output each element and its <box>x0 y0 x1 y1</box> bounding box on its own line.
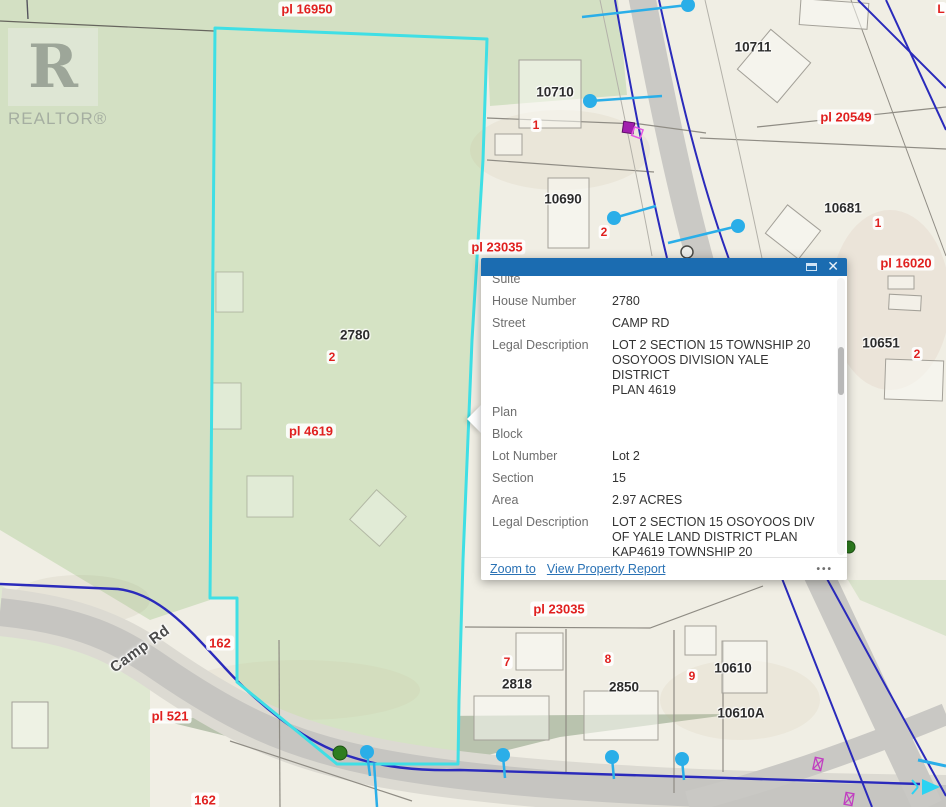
property-info-popup: ✕ SuiteHouse Number2780StreetCAMP RDLega… <box>481 258 847 580</box>
field-value: LOT 2 SECTION 15 OSOYOOS DIV OF YALE LAN… <box>612 515 816 557</box>
popup-field-row: StreetCAMP RD <box>492 316 847 331</box>
close-icon: ✕ <box>827 259 839 275</box>
realtor-watermark: R REALTOR® <box>8 28 106 129</box>
popup-field-row: House Number2780 <box>492 294 847 309</box>
maximize-button[interactable] <box>805 261 818 274</box>
popup-field-row: Suite <box>492 276 847 287</box>
field-value: Lot 2 <box>612 449 816 464</box>
popup-pointer <box>467 405 481 433</box>
popup-field-row: Block <box>492 427 847 442</box>
field-value <box>612 427 816 442</box>
popup-field-row: Lot NumberLot 2 <box>492 449 847 464</box>
field-label: Section <box>492 471 612 486</box>
popup-titlebar: ✕ <box>481 258 847 276</box>
map-viewport[interactable]: R REALTOR® pl 16950pl 23035pl 20549pl 16… <box>0 0 946 807</box>
popup-fields: SuiteHouse Number2780StreetCAMP RDLegal … <box>492 276 847 557</box>
field-label: Block <box>492 427 612 442</box>
popup-field-row: Plan <box>492 405 847 420</box>
popup-field-row: Legal DescriptionLOT 2 SECTION 15 TOWNSH… <box>492 338 847 398</box>
field-label: Plan <box>492 405 612 420</box>
popup-field-row: Section15 <box>492 471 847 486</box>
field-value: 2.97 ACRES <box>612 493 816 508</box>
field-label: Legal Description <box>492 515 612 557</box>
scrollbar-thumb[interactable] <box>838 347 844 395</box>
view-property-report-link[interactable]: View Property Report <box>547 562 666 576</box>
field-value: CAMP RD <box>612 316 816 331</box>
scrollbar-track[interactable] <box>837 278 845 555</box>
field-label: Lot Number <box>492 449 612 464</box>
field-value: 15 <box>612 471 816 486</box>
realtor-wordmark: REALTOR® <box>8 109 106 129</box>
field-value: LOT 2 SECTION 15 TOWNSHIP 20 OSOYOOS DIV… <box>612 338 816 398</box>
more-options-button[interactable]: ••• <box>816 564 833 575</box>
close-button[interactable]: ✕ <box>827 261 839 274</box>
field-label: Street <box>492 316 612 331</box>
field-value <box>612 276 816 287</box>
zoom-to-link[interactable]: Zoom to <box>490 562 536 576</box>
popup-field-row: Area2.97 ACRES <box>492 493 847 508</box>
field-value: 2780 <box>612 294 816 309</box>
field-label: House Number <box>492 294 612 309</box>
field-label: Suite <box>492 276 612 287</box>
manhole-icon <box>681 246 693 258</box>
popup-field-row: Legal DescriptionLOT 2 SECTION 15 OSOYOO… <box>492 515 847 557</box>
popup-footer: Zoom to View Property Report ••• <box>481 557 847 580</box>
field-label: Area <box>492 493 612 508</box>
popup-body[interactable]: SuiteHouse Number2780StreetCAMP RDLegal … <box>481 276 847 557</box>
field-value <box>612 405 816 420</box>
field-label: Legal Description <box>492 338 612 398</box>
realtor-r-glyph: R <box>28 37 78 97</box>
realtor-logo: R <box>8 28 98 106</box>
maximize-icon <box>806 263 817 271</box>
